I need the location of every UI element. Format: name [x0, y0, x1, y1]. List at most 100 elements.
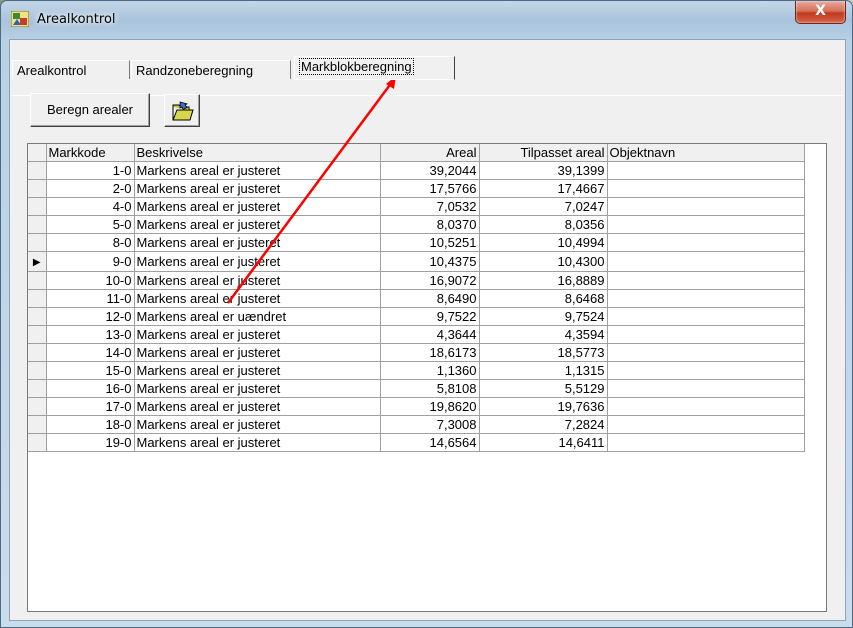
table-row[interactable]: 10-0 Markens areal er justeret 16,9072 16,8… — [28, 271, 805, 290]
cell-beskrivelse[interactable]: Markens areal er justeret — [134, 251, 381, 272]
cell-beskrivelse[interactable]: Markens areal er justeret — [134, 179, 381, 198]
cell-beskrivelse[interactable]: Markens areal er justeret — [134, 433, 381, 452]
cell-tilpasset-areal[interactable]: 9,7524 — [479, 307, 608, 326]
cell-tilpasset-areal[interactable]: 7,0247 — [479, 197, 608, 216]
table-row[interactable]: 17-0 Markens areal er justeret 19,8620 19,7… — [28, 397, 805, 416]
row-indicator[interactable] — [28, 397, 47, 416]
cell-tilpasset-areal[interactable]: 8,0356 — [479, 215, 608, 234]
cell-beskrivelse[interactable]: Markens areal er justeret — [134, 415, 381, 434]
column-header-areal[interactable]: Areal — [380, 144, 480, 162]
cell-tilpasset-areal[interactable]: 5,5129 — [479, 379, 608, 398]
cell-tilpasset-areal[interactable]: 39,1399 — [479, 161, 608, 180]
cell-areal[interactable]: 5,8108 — [380, 379, 480, 398]
row-indicator[interactable] — [28, 379, 47, 398]
cell-markkode[interactable]: 1-0 — [46, 161, 135, 180]
row-indicator[interactable] — [28, 179, 47, 198]
cell-objektnavn[interactable] — [607, 361, 805, 380]
row-indicator[interactable] — [28, 361, 47, 380]
cell-tilpasset-areal[interactable]: 10,4300 — [479, 251, 608, 272]
cell-tilpasset-areal[interactable]: 18,5773 — [479, 343, 608, 362]
column-header-tilpasset-areal[interactable]: Tilpasset areal — [479, 144, 608, 162]
cell-objektnavn[interactable] — [607, 197, 805, 216]
cell-objektnavn[interactable] — [607, 161, 805, 180]
cell-beskrivelse[interactable]: Markens areal er justeret — [134, 379, 381, 398]
column-header-beskrivelse[interactable]: Beskrivelse — [134, 144, 381, 162]
cell-beskrivelse[interactable]: Markens areal er justeret — [134, 271, 381, 290]
cell-tilpasset-areal[interactable]: 8,6468 — [479, 289, 608, 308]
cell-areal[interactable]: 8,0370 — [380, 215, 480, 234]
row-indicator[interactable] — [28, 197, 47, 216]
cell-markkode[interactable]: 8-0 — [46, 233, 135, 252]
cell-tilpasset-areal[interactable]: 17,4667 — [479, 179, 608, 198]
table-row[interactable]: 19-0 Markens areal er justeret 14,6564 14,6… — [28, 433, 805, 452]
table-row[interactable]: 4-0 Markens areal er justeret 7,0532 7,0247 — [28, 197, 805, 216]
cell-tilpasset-areal[interactable]: 4,3594 — [479, 325, 608, 344]
cell-markkode[interactable]: 14-0 — [46, 343, 135, 362]
column-header-markkode[interactable]: Markkode — [46, 144, 135, 162]
cell-objektnavn[interactable] — [607, 397, 805, 416]
row-indicator[interactable] — [28, 325, 47, 344]
table-row[interactable]: 2-0 Markens areal er justeret 17,5766 17,46… — [28, 179, 805, 198]
row-indicator[interactable] — [28, 433, 47, 452]
table-row[interactable]: 16-0 Markens areal er justeret 5,8108 5,512… — [28, 379, 805, 398]
table-row[interactable]: ▶ 9-0 Markens areal er justeret 10,4375 10,4… — [28, 251, 805, 272]
cell-tilpasset-areal[interactable]: 16,8889 — [479, 271, 608, 290]
cell-areal[interactable]: 9,7522 — [380, 307, 480, 326]
tab-randzoneberegning[interactable]: Randzoneberegning — [131, 60, 291, 79]
open-folder-button[interactable] — [164, 94, 200, 127]
row-indicator[interactable] — [28, 161, 47, 180]
cell-markkode[interactable]: 9-0 — [46, 251, 135, 272]
cell-objektnavn[interactable] — [607, 325, 805, 344]
title-bar[interactable]: Arealkontrol X — [1, 1, 852, 39]
table-row[interactable]: 18-0 Markens areal er justeret 7,3008 7,282… — [28, 415, 805, 434]
cell-markkode[interactable]: 5-0 — [46, 215, 135, 234]
cell-objektnavn[interactable] — [607, 215, 805, 234]
cell-markkode[interactable]: 2-0 — [46, 179, 135, 198]
cell-markkode[interactable]: 17-0 — [46, 397, 135, 416]
cell-beskrivelse[interactable]: Markens areal er justeret — [134, 343, 381, 362]
row-indicator[interactable] — [28, 307, 47, 326]
cell-areal[interactable]: 7,0532 — [380, 197, 480, 216]
row-indicator[interactable] — [28, 271, 47, 290]
cell-areal[interactable]: 18,6173 — [380, 343, 480, 362]
cell-objektnavn[interactable] — [607, 379, 805, 398]
cell-tilpasset-areal[interactable]: 1,1315 — [479, 361, 608, 380]
table-row[interactable]: 15-0 Markens areal er justeret 1,1360 1,131… — [28, 361, 805, 380]
table-row[interactable]: 14-0 Markens areal er justeret 18,6173 18,5… — [28, 343, 805, 362]
row-indicator[interactable]: ▶ — [28, 251, 47, 272]
row-indicator[interactable] — [28, 233, 47, 252]
column-header-objektnavn[interactable]: Objektnavn — [607, 144, 805, 162]
cell-areal[interactable]: 39,2044 — [380, 161, 480, 180]
cell-objektnavn[interactable] — [607, 179, 805, 198]
tab-markblokberegning[interactable]: Markblokberegning — [294, 56, 455, 80]
cell-areal[interactable]: 8,6490 — [380, 289, 480, 308]
cell-areal[interactable]: 10,4375 — [380, 251, 480, 272]
table-row[interactable]: 8-0 Markens areal er justeret 10,5251 10,49… — [28, 233, 805, 252]
cell-tilpasset-areal[interactable]: 14,6411 — [479, 433, 608, 452]
cell-markkode[interactable]: 12-0 — [46, 307, 135, 326]
cell-beskrivelse[interactable]: Markens areal er justeret — [134, 215, 381, 234]
cell-tilpasset-areal[interactable]: 19,7636 — [479, 397, 608, 416]
cell-markkode[interactable]: 19-0 — [46, 433, 135, 452]
cell-markkode[interactable]: 13-0 — [46, 325, 135, 344]
cell-beskrivelse[interactable]: Markens areal er justeret — [134, 197, 381, 216]
cell-tilpasset-areal[interactable]: 7,2824 — [479, 415, 608, 434]
cell-areal[interactable]: 7,3008 — [380, 415, 480, 434]
table-row[interactable]: 1-0 Markens areal er justeret 39,2044 39,13… — [28, 161, 805, 180]
cell-areal[interactable]: 10,5251 — [380, 233, 480, 252]
cell-beskrivelse[interactable]: Markens areal er uændret — [134, 307, 381, 326]
cell-tilpasset-areal[interactable]: 10,4994 — [479, 233, 608, 252]
cell-beskrivelse[interactable]: Markens areal er justeret — [134, 397, 381, 416]
cell-beskrivelse[interactable]: Markens areal er justeret — [134, 361, 381, 380]
cell-areal[interactable]: 1,1360 — [380, 361, 480, 380]
row-indicator[interactable] — [28, 215, 47, 234]
cell-areal[interactable]: 4,3644 — [380, 325, 480, 344]
close-button[interactable]: X — [795, 1, 846, 24]
row-indicator[interactable] — [28, 343, 47, 362]
cell-areal[interactable]: 16,9072 — [380, 271, 480, 290]
cell-markkode[interactable]: 15-0 — [46, 361, 135, 380]
tab-arealkontrol[interactable]: Arealkontrol — [12, 60, 130, 79]
cell-markkode[interactable]: 16-0 — [46, 379, 135, 398]
cell-objektnavn[interactable] — [607, 343, 805, 362]
cell-markkode[interactable]: 10-0 — [46, 271, 135, 290]
